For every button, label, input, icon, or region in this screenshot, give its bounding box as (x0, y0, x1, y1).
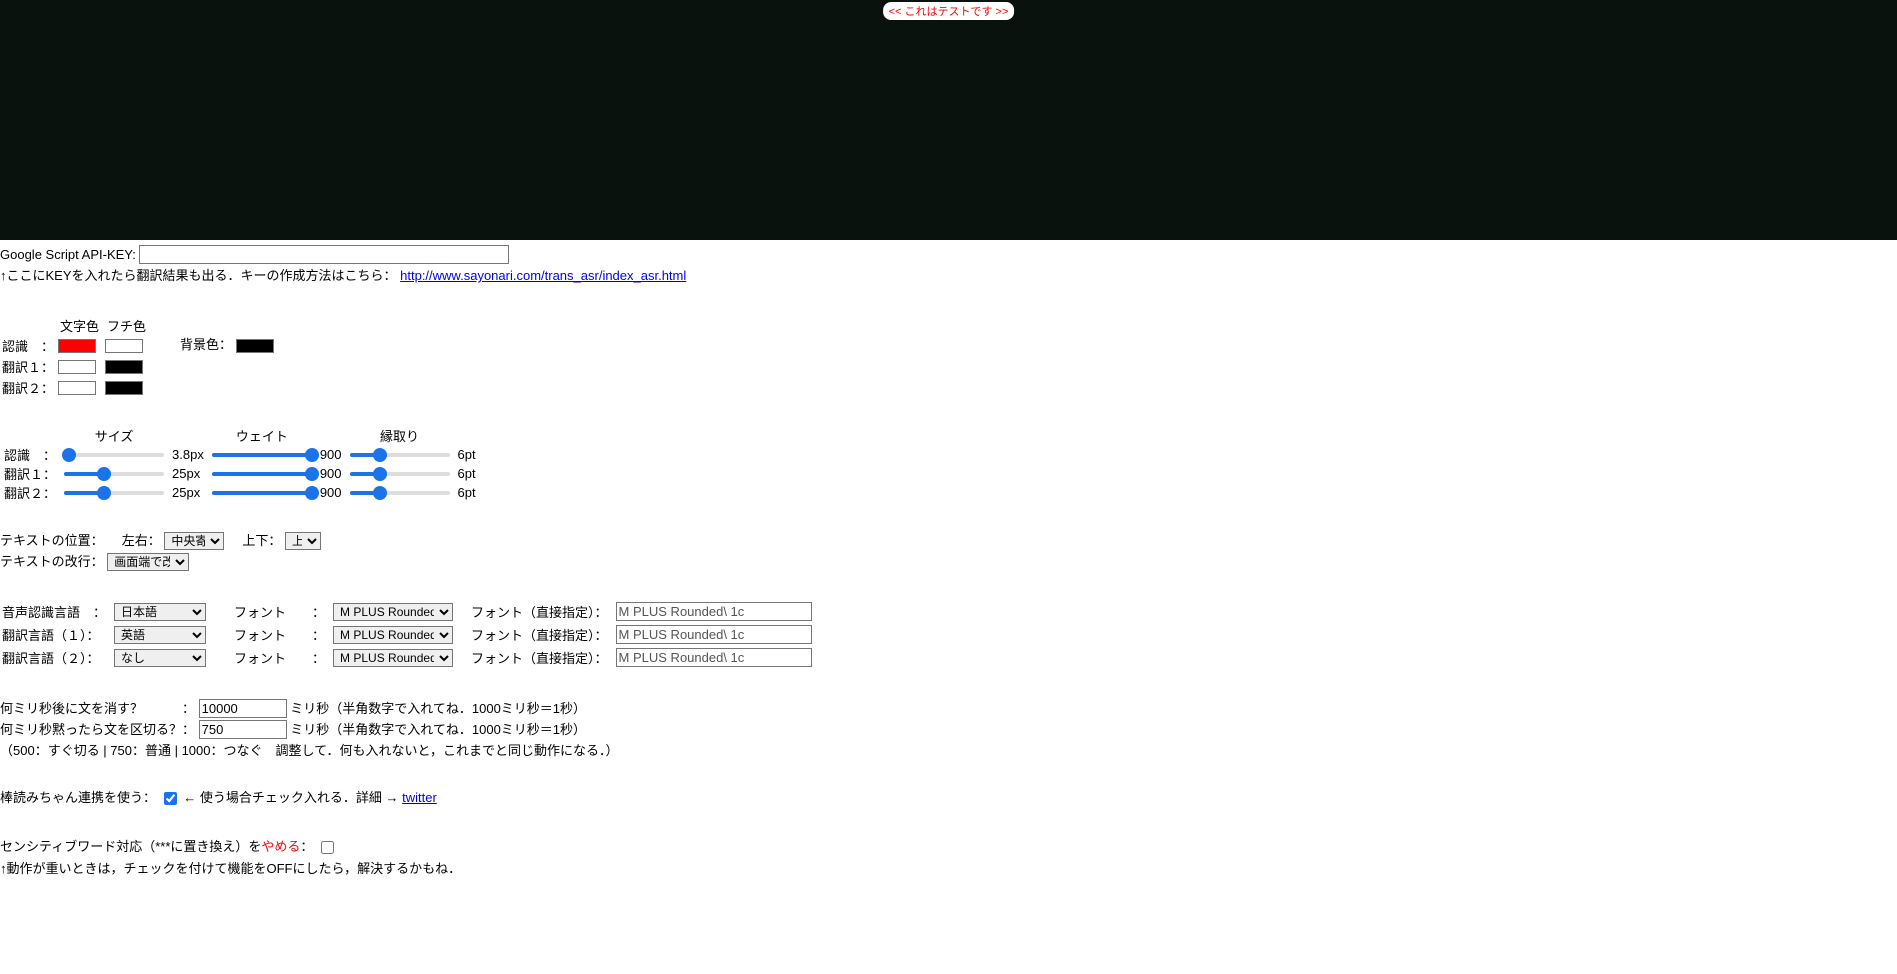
sensitive-checkbox[interactable] (321, 841, 334, 854)
text-pos-lr-label: 左右： (122, 533, 161, 548)
t1-text-color[interactable] (58, 360, 96, 374)
api-key-row: Google Script API-KEY: (0, 245, 1897, 264)
t1-weight-slider[interactable] (212, 467, 312, 481)
sensitive-hint: ↑動作が重いときは，チェックを付けて機能をOFFにしたら，解決するかもね． (0, 858, 1897, 877)
t2-outline-color[interactable] (105, 381, 143, 395)
slider-header-weight: ウェイト (208, 426, 316, 445)
t1-font-select[interactable]: M PLUS Rounded 1c (333, 626, 453, 644)
slider-row-recog-label: 認識 ： (0, 445, 60, 464)
recog-weight-value: 900 (316, 445, 346, 464)
color-header-text: 文字色 (56, 316, 103, 335)
t1-outline-color[interactable] (105, 360, 143, 374)
text-pos-label: テキストの位置： (0, 533, 104, 548)
recog-size-slider[interactable] (64, 448, 164, 462)
slider-row-t1: 翻訳１： 25px 900 6pt (0, 464, 480, 483)
t2-weight-slider[interactable] (212, 486, 312, 500)
t2-weight-value: 900 (316, 483, 346, 502)
bouyomi-link[interactable]: twitter (402, 790, 437, 805)
t2-size-slider[interactable] (64, 486, 164, 500)
lang-table: 音声認識言語 ： 日本語 フォント ： M PLUS Rounded 1c フォ… (0, 599, 820, 670)
t2-outline-slider[interactable] (350, 486, 450, 500)
recog-size-value: 3.8px (168, 445, 208, 464)
slider-row-t2: 翻訳２： 25px 900 6pt (0, 483, 480, 502)
t1-font-direct-input[interactable] (616, 625, 812, 644)
bg-color-row: 背景色： (180, 334, 274, 398)
t1-font-direct-label: フォント（直接指定）： (461, 624, 614, 645)
bg-color[interactable] (236, 339, 274, 353)
recog-lang-label: 音声認識言語 ： (2, 601, 112, 622)
preview-area (0, 0, 1897, 240)
t1-font-label: フォント ： (214, 624, 331, 645)
color-row-recog-label: 認識 ： (0, 335, 56, 356)
split-ms-hint: （500：すぐ切る | 750：普通 | 1000：つなぐ 調整して．何も入れな… (0, 740, 1897, 759)
api-hint-link[interactable]: http://www.sayonari.com/trans_asr/index_… (400, 268, 686, 283)
t1-size-slider[interactable] (64, 467, 164, 481)
split-ms-label: 何ミリ秒黙ったら文を区切る？： (0, 722, 195, 737)
color-header-outline: フチ色 (103, 316, 150, 335)
clear-ms-input[interactable] (199, 699, 287, 718)
bg-color-label: 背景色： (180, 337, 232, 352)
text-pos-lr-select[interactable]: 中央寄せ (164, 532, 224, 550)
t2-font-direct-label: フォント（直接指定）： (461, 647, 614, 668)
slider-row-t1-label: 翻訳１： (0, 464, 60, 483)
test-banner: << これはテストです >> (883, 2, 1015, 20)
recog-font-direct-label: フォント（直接指定）： (461, 601, 614, 622)
text-pos-tb-select[interactable]: 上 (285, 532, 321, 550)
recog-outline-slider[interactable] (350, 448, 450, 462)
slider-row-recog: 認識 ： 3.8px 900 6pt (0, 445, 480, 464)
t2-size-value: 25px (168, 483, 208, 502)
t2-lang-label: 翻訳言語（２）： (2, 647, 112, 668)
recog-outline-value: 6pt (454, 445, 480, 464)
slider-header-size: サイズ (60, 426, 168, 445)
sensitive-label-prefix: センシティブワード対応（***に置き換え）を (0, 839, 261, 854)
api-key-input[interactable] (139, 245, 509, 264)
split-ms-suffix: ミリ秒（半角数字で入れてね．1000ミリ秒＝1秒） (290, 722, 586, 737)
t2-outline-value: 6pt (454, 483, 480, 502)
recog-font-direct-input[interactable] (616, 602, 812, 621)
bouyomi-label-prefix: 棒読みちゃん連携を使う： (0, 790, 156, 805)
t2-font-select[interactable]: M PLUS Rounded 1c (333, 649, 453, 667)
clear-ms-label: 何ミリ秒後に文を消す？ ： (0, 701, 195, 716)
recog-outline-color[interactable] (105, 339, 143, 353)
color-table: 文字色 フチ色 認識 ： 翻訳１： 翻訳２： (0, 316, 150, 398)
text-wrap-select[interactable]: 画面端で改行 (107, 553, 189, 571)
recog-font-label: フォント ： (214, 601, 331, 622)
color-row-t2-label: 翻訳２： (0, 377, 56, 398)
clear-ms-suffix: ミリ秒（半角数字で入れてね．1000ミリ秒＝1秒） (290, 701, 586, 716)
api-hint-row: ↑ここにKEYを入れたら翻訳結果も出る．キーの作成方法はこちら： http://… (0, 265, 1897, 284)
t2-font-label: フォント ： (214, 647, 331, 668)
t1-lang-label: 翻訳言語（１）： (2, 624, 112, 645)
t1-weight-value: 900 (316, 464, 346, 483)
t2-text-color[interactable] (58, 381, 96, 395)
t2-font-direct-input[interactable] (616, 648, 812, 667)
slider-header-outline: 縁取り (346, 426, 454, 445)
sensitive-label-red: やめる (261, 839, 300, 854)
text-pos-tb-label: 上下： (242, 533, 281, 548)
recog-weight-slider[interactable] (212, 448, 312, 462)
api-hint-text: ↑ここにKEYを入れたら翻訳結果も出る．キーの作成方法はこちら： (0, 268, 397, 283)
bouyomi-label-suffix: ← 使う場合チェック入れる．詳細 → (183, 790, 402, 805)
t2-lang-select[interactable]: なし (114, 649, 206, 667)
color-row-t1-label: 翻訳１： (0, 356, 56, 377)
bouyomi-checkbox[interactable] (164, 792, 177, 805)
slider-table: サイズ ウェイト 縁取り 認識 ： 3.8px 900 6pt 翻訳１： 25p… (0, 426, 480, 502)
recog-lang-select[interactable]: 日本語 (114, 603, 206, 621)
t1-outline-slider[interactable] (350, 467, 450, 481)
recog-text-color[interactable] (58, 339, 96, 353)
sensitive-label-suffix: ： (300, 839, 313, 854)
text-wrap-label: テキストの改行： (0, 554, 104, 569)
api-key-label: Google Script API-KEY: (0, 247, 139, 262)
split-ms-input[interactable] (199, 720, 287, 739)
recog-font-select[interactable]: M PLUS Rounded 1c (333, 603, 453, 621)
slider-row-t2-label: 翻訳２： (0, 483, 60, 502)
t1-lang-select[interactable]: 英語 (114, 626, 206, 644)
t1-outline-value: 6pt (454, 464, 480, 483)
t1-size-value: 25px (168, 464, 208, 483)
